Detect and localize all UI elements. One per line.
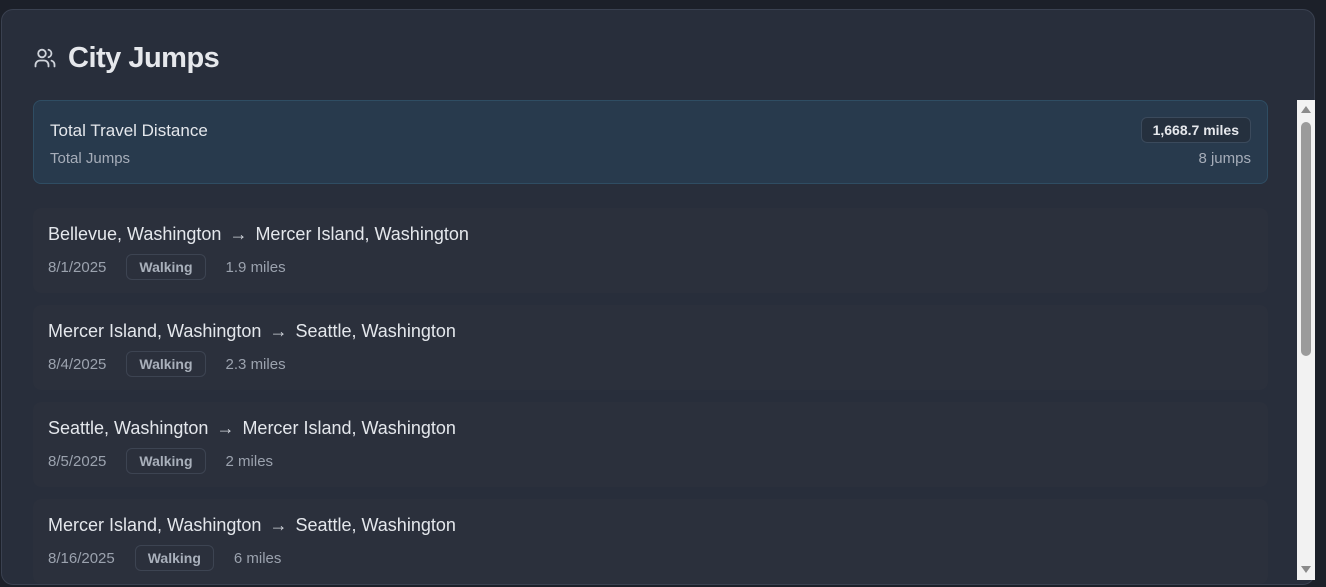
jump-route: Mercer Island, Washington → Seattle, Washi… (48, 321, 456, 342)
travel-mode-badge: Walking (126, 351, 206, 377)
scroll-down-arrow-icon[interactable] (1301, 566, 1311, 573)
arrow-right-icon: → (216, 418, 235, 438)
travel-mode-badge: Walking (126, 448, 206, 474)
jump-date: 8/4/2025 (48, 355, 107, 373)
jump-from: Mercer Island, Washington (48, 515, 262, 535)
total-jumps-count: 8 jumps (1198, 150, 1251, 167)
jump-meta: 8/5/2025 Walking 2 miles (48, 448, 273, 474)
jump-from: Seattle, Washington (48, 418, 209, 438)
jump-from: Mercer Island, Washington (48, 321, 262, 341)
jump-meta: 8/4/2025 Walking 2.3 miles (48, 351, 286, 377)
arrow-right-icon: → (229, 224, 248, 244)
jump-route: Mercer Island, Washington → Seattle, Washi… (48, 515, 456, 536)
users-icon (33, 46, 57, 70)
vertical-scrollbar[interactable] (1297, 100, 1315, 580)
jump-distance: 1.9 miles (225, 258, 286, 276)
panel-header: City Jumps (33, 38, 220, 78)
total-jumps-label: Total Jumps (50, 150, 131, 167)
jump-route: Seattle, Washington → Mercer Island, Washi… (48, 418, 456, 439)
arrow-right-icon: → (269, 321, 288, 341)
jump-date: 8/16/2025 (48, 549, 115, 567)
jump-date: 8/5/2025 (48, 452, 107, 470)
summary-card: Total Travel Distance 1,668.7 miles Tota… (33, 100, 1268, 184)
jump-to: Mercer Island, Washington (242, 418, 456, 438)
jump-from: Bellevue, Washington (48, 224, 222, 244)
jump-item[interactable]: Bellevue, Washington → Mercer Island, Wash… (33, 208, 1268, 293)
jump-distance: 2 miles (225, 452, 274, 470)
total-distance-badge: 1,668.7 miles (1140, 117, 1251, 143)
jump-date: 8/1/2025 (48, 258, 107, 276)
jump-item[interactable]: Mercer Island, Washington → Seattle, Washi… (33, 305, 1268, 390)
scrollbar-thumb[interactable] (1301, 122, 1311, 356)
travel-mode-badge: Walking (134, 545, 214, 571)
jump-item[interactable]: Seattle, Washington → Mercer Island, Washi… (33, 402, 1268, 487)
page-title: City Jumps (68, 41, 220, 74)
scroll-up-arrow-icon[interactable] (1301, 106, 1311, 113)
jumps-list: Total Travel Distance 1,668.7 miles Tota… (33, 100, 1268, 584)
jump-to: Seattle, Washington (295, 321, 456, 341)
jump-item[interactable]: Mercer Island, Washington → Seattle, Washi… (33, 499, 1268, 584)
jump-to: Mercer Island, Washington (255, 224, 469, 244)
total-distance-label: Total Travel Distance (50, 121, 208, 140)
jump-distance: 6 miles (233, 549, 282, 567)
jump-meta: 8/1/2025 Walking 1.9 miles (48, 254, 286, 280)
jump-to: Seattle, Washington (295, 515, 456, 535)
jump-route: Bellevue, Washington → Mercer Island, Wash… (48, 224, 469, 245)
city-jumps-panel: City Jumps Total Travel Distance 1,668.7… (1, 9, 1315, 585)
jump-distance: 2.3 miles (225, 355, 286, 373)
arrow-right-icon: → (269, 515, 288, 535)
travel-mode-badge: Walking (126, 254, 206, 280)
jump-meta: 8/16/2025 Walking 6 miles (48, 545, 281, 571)
